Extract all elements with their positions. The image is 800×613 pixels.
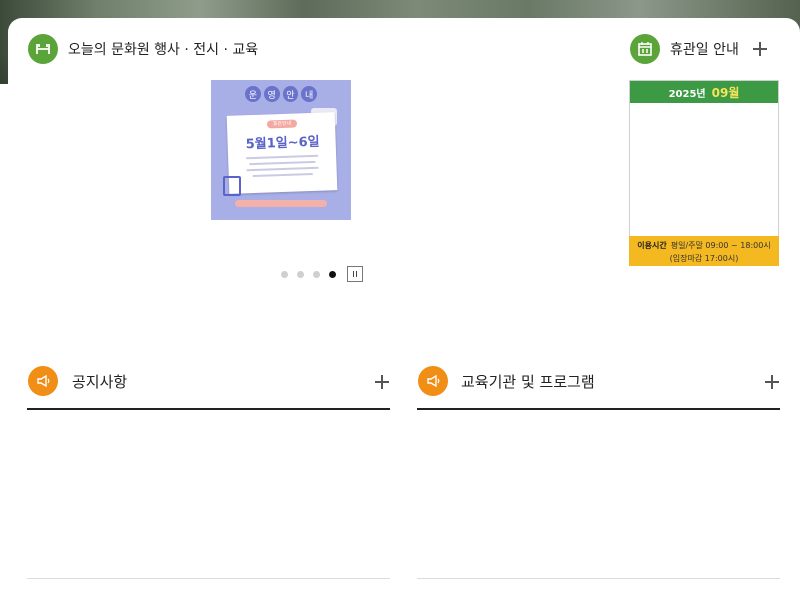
poster-header: 운 영 안 내 [245, 86, 317, 106]
notice-bottom-divider [27, 578, 390, 579]
notice-divider [27, 408, 390, 410]
slider-dot[interactable] [297, 270, 304, 278]
calendar-hours: 이용시간 평일/주말 09:00 ~ 18:00시 (입장마감 17:00시) [629, 236, 779, 266]
megaphone-icon [418, 366, 448, 396]
megaphone-icon [28, 366, 58, 396]
pause-button[interactable] [347, 266, 363, 282]
poster-text-line [246, 166, 319, 172]
holiday-section-title: 휴관일 안내 [670, 42, 739, 58]
education-divider [417, 408, 780, 410]
building-icon [28, 34, 58, 64]
calendar-header: 2025년 09월 [630, 81, 778, 103]
slider-dot[interactable] [313, 270, 320, 278]
calendar-year: 2025년 [668, 88, 706, 100]
education-bottom-divider [417, 578, 780, 579]
notice-more-button[interactable] [374, 374, 390, 390]
poster-header-char: 안 [282, 86, 299, 102]
education-more-button[interactable] [764, 374, 780, 390]
poster-headline: 5월1일~6일 [245, 134, 320, 153]
poster-text-line [252, 172, 313, 178]
education-section-title: 교육기관 및 프로그램 [461, 373, 595, 391]
poster-header-char: 영 [263, 86, 280, 102]
calendar-icon [630, 34, 660, 64]
poster-tag: 휴관안내 [266, 119, 298, 129]
hours-label: 이용시간 [637, 241, 667, 250]
slider-dot-active[interactable] [329, 270, 336, 278]
notice-section-title: 공지사항 [72, 373, 128, 391]
holiday-more-button[interactable] [752, 41, 768, 57]
poster-paper: 휴관안내 5월1일~6일 [226, 112, 338, 194]
events-section-title: 오늘의 문화원 행사 · 전시 · 교육 [68, 42, 259, 58]
poster-text-line [246, 154, 319, 160]
cart-icon [223, 176, 241, 196]
poster-text-line [249, 160, 316, 166]
holiday-calendar: 2025년 09월 이용시간 평일/주말 09:00 ~ 18:00시 (입장마감… [629, 80, 779, 266]
poster-header-char: 내 [301, 86, 317, 102]
slider-dot[interactable] [281, 270, 288, 278]
poster-header-char: 운 [245, 86, 261, 102]
last-entry-text: (입장마감 17:00시) [669, 254, 739, 263]
poster-button [235, 200, 327, 207]
hours-text: 평일/주말 09:00 ~ 18:00시 [670, 241, 771, 250]
event-poster[interactable]: 운 영 안 내 휴관안내 5월1일~6일 [211, 80, 351, 220]
slider-pagination [281, 266, 363, 282]
calendar-month: 09월 [711, 85, 740, 100]
